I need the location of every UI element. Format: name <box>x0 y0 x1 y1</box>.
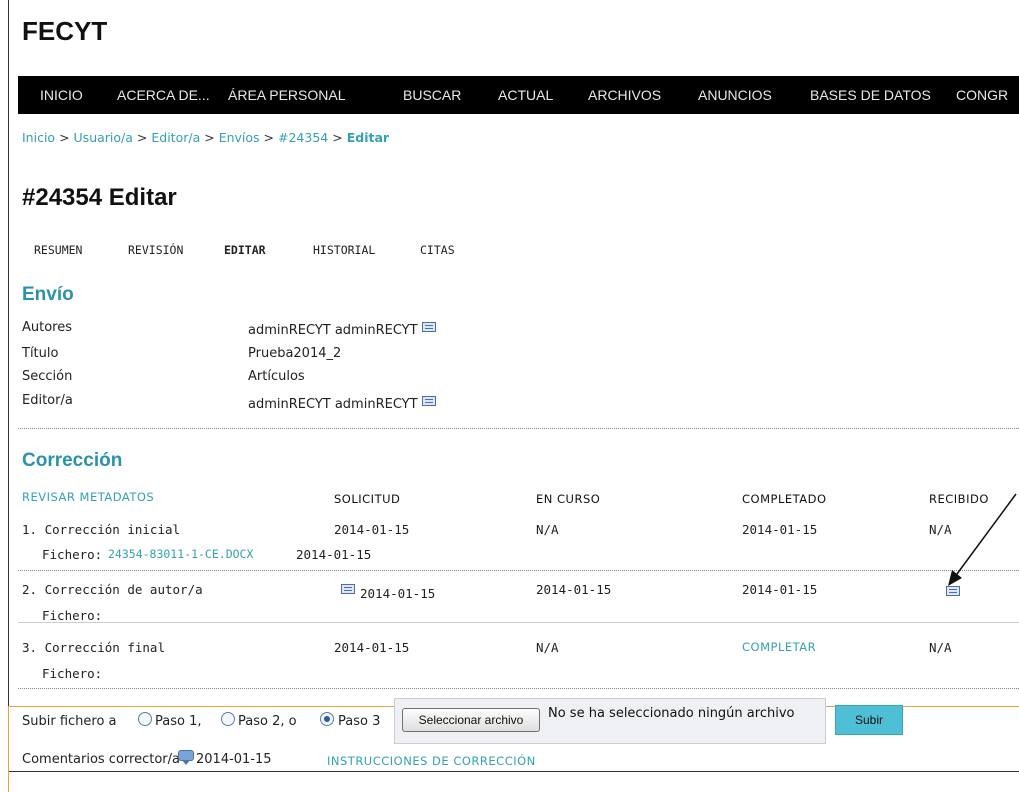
upload-label: Subir fichero a <box>22 714 117 729</box>
step-2-file-label: Fichero: <box>42 608 103 621</box>
column-header-completado: COMPLETADO <box>742 492 827 506</box>
row-divider <box>18 688 1019 689</box>
choose-file-button[interactable]: Seleccionar archivo <box>402 708 540 732</box>
radio-label-paso-1: Paso 1, <box>155 714 202 729</box>
nav-item-area-personal[interactable]: ÁREA PERSONAL <box>228 87 346 103</box>
breadcrumb-envios[interactable]: Envíos <box>219 130 260 145</box>
breadcrumb-submission[interactable]: #24354 <box>278 130 328 145</box>
step-2-label: 2. Corrección de autor/a <box>22 582 203 597</box>
email-icon[interactable] <box>421 322 436 332</box>
arrow-shaft <box>953 493 1017 579</box>
tab-revision[interactable]: REVISIÓN <box>128 243 183 257</box>
tab-citas[interactable]: CITAS <box>420 243 455 257</box>
field-label-seccion: Sección <box>22 369 73 384</box>
field-value-titulo: Prueba2014_2 <box>248 346 342 361</box>
radio-label-paso-3: Paso 3 <box>338 714 381 729</box>
nav-item-anuncios[interactable]: ANUNCIOS <box>698 87 772 103</box>
step-3-label: 3. Corrección final <box>22 640 165 655</box>
site-title: FECYT <box>22 16 108 46</box>
arrow-head <box>948 570 962 586</box>
step-3-en-curso: N/A <box>536 640 559 655</box>
breadcrumb-separator: > <box>59 130 70 145</box>
radio-label-paso-2: Paso 2, o <box>238 714 297 729</box>
step-1-file-date: 2014-01-15 <box>296 547 372 562</box>
step-2-completado: 2014-01-15 <box>742 582 818 597</box>
complete-link[interactable]: COMPLETAR <box>742 640 816 654</box>
row-divider <box>18 570 1019 571</box>
breadcrumb-separator: > <box>332 130 343 145</box>
breadcrumb-separator: > <box>204 130 215 145</box>
step-1-file-link[interactable]: 24354-83011-1-CE.DOCX <box>108 547 253 561</box>
field-label-titulo: Título <box>22 346 59 361</box>
upload-button[interactable]: Subir <box>835 705 903 735</box>
breadcrumb-separator: > <box>136 130 148 145</box>
instructions-link[interactable]: INSTRUCCIONES DE CORRECCIÓN <box>327 754 536 768</box>
step-1-label: 1. Corrección inicial <box>22 522 181 537</box>
step-3-recibido: N/A <box>929 640 952 655</box>
main-nav: INICIO ACERCA DE... ÁREA PERSONAL BUSCAR… <box>18 76 1019 114</box>
page-title: #24354 Editar <box>22 184 177 211</box>
step-1-completado: 2014-01-15 <box>742 522 818 537</box>
breadcrumb: Inicio > Usuario/a > Editor/a > Envíos >… <box>22 130 389 145</box>
column-header-solicitud: SOLICITUD <box>334 492 401 506</box>
nav-item-inicio[interactable]: INICIO <box>40 87 83 103</box>
comment-icon[interactable] <box>178 750 194 765</box>
step-1-en-curso: N/A <box>536 522 559 537</box>
review-metadata-link[interactable]: REVISAR METADATOS <box>22 490 154 504</box>
breadcrumb-inicio[interactable]: Inicio <box>22 130 55 145</box>
section-divider <box>18 428 1019 429</box>
column-header-en-curso: EN CURSO <box>536 492 601 506</box>
email-icon[interactable] <box>341 584 355 594</box>
comments-label: Comentarios corrector/a <box>22 752 180 767</box>
email-icon[interactable] <box>421 396 436 406</box>
section-heading-envio: Envío <box>22 284 74 305</box>
comments-date: 2014-01-15 <box>196 752 272 767</box>
nav-item-congresos[interactable]: CONGR <box>956 87 1008 103</box>
radio-paso-1[interactable] <box>138 712 152 726</box>
row-divider <box>18 622 1019 623</box>
nav-item-buscar[interactable]: BUSCAR <box>403 87 461 103</box>
field-label-editor: Editor/a <box>22 393 73 408</box>
radio-paso-3[interactable] <box>320 712 334 726</box>
nav-item-bases-de-datos[interactable]: BASES DE DATOS <box>810 87 931 103</box>
nav-item-archivos[interactable]: ARCHIVOS <box>588 87 661 103</box>
radio-paso-2[interactable] <box>221 712 235 726</box>
nav-item-actual[interactable]: ACTUAL <box>498 87 553 103</box>
nav-item-acerca[interactable]: ACERCA DE... <box>117 87 210 103</box>
no-file-selected-text: No se ha seleccionado ningún archivo <box>548 706 795 721</box>
section-heading-correccion: Corrección <box>22 450 123 471</box>
field-label-autores: Autores <box>22 320 73 335</box>
breadcrumb-separator: > <box>263 130 275 145</box>
tab-resumen[interactable]: RESUMEN <box>34 243 82 257</box>
tab-historial[interactable]: HISTORIAL <box>313 243 375 257</box>
step-1-file-label: Fichero: <box>42 547 103 562</box>
breadcrumb-editor[interactable]: Editor/a <box>151 130 200 145</box>
step-1-solicitud: 2014-01-15 <box>334 522 410 537</box>
tab-editar[interactable]: EDITAR <box>224 243 266 257</box>
breadcrumb-current[interactable]: Editar <box>347 130 389 145</box>
page-frame <box>8 0 1019 772</box>
highlight-border-left <box>8 706 9 792</box>
step-3-solicitud: 2014-01-15 <box>334 640 410 655</box>
step-2-solicitud: 2014-01-15 <box>360 586 436 601</box>
field-value-autores: adminRECYT adminRECYT <box>248 322 436 338</box>
annotation-arrow <box>948 493 1017 586</box>
field-value-editor: adminRECYT adminRECYT <box>248 396 436 412</box>
breadcrumb-usuario[interactable]: Usuario/a <box>74 130 133 145</box>
field-value-seccion: Artículos <box>248 369 305 384</box>
step-3-file-label: Fichero: <box>42 666 103 681</box>
step-2-en-curso: 2014-01-15 <box>536 582 612 597</box>
